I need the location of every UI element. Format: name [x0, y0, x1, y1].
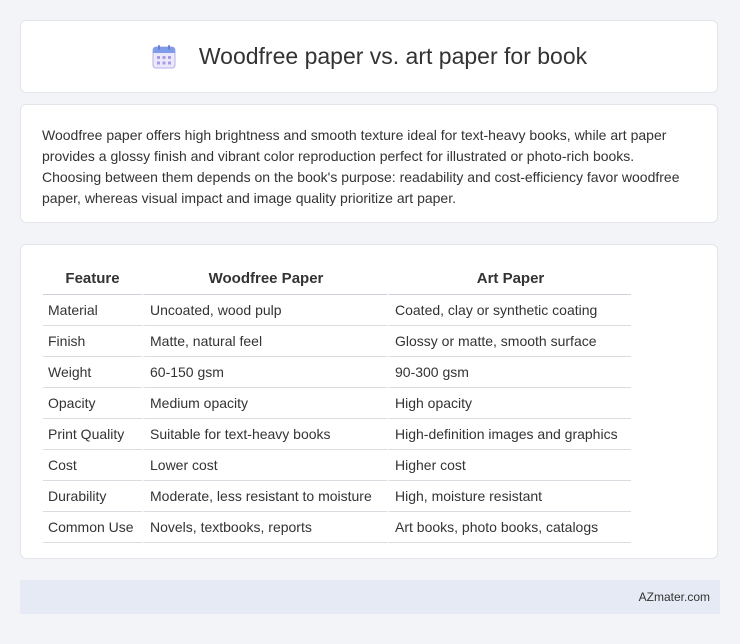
table-row: Material Uncoated, wood pulp Coated, cla… [43, 295, 631, 326]
header-art-paper: Art Paper [387, 263, 631, 295]
woodfree-cell: Uncoated, wood pulp [142, 295, 387, 326]
woodfree-cell: Suitable for text-heavy books [142, 419, 387, 450]
intro-card: Woodfree paper offers high brightness an… [20, 104, 718, 223]
woodfree-cell: Moderate, less resistant to moisture [142, 481, 387, 512]
feature-cell: Common Use [43, 512, 142, 543]
footer: AZmater.com [20, 580, 720, 614]
table-header-row: Feature Woodfree Paper Art Paper [43, 263, 631, 295]
woodfree-cell: Matte, natural feel [142, 326, 387, 357]
table-row: Weight 60-150 gsm 90-300 gsm [43, 357, 631, 388]
art-cell: High-definition images and graphics [387, 419, 631, 450]
woodfree-cell: Medium opacity [142, 388, 387, 419]
feature-cell: Material [43, 295, 142, 326]
table-row: Opacity Medium opacity High opacity [43, 388, 631, 419]
title-wrap: Woodfree paper vs. art paper for book [151, 43, 587, 70]
feature-cell: Print Quality [43, 419, 142, 450]
title-card: Woodfree paper vs. art paper for book [20, 20, 718, 93]
table-row: Durability Moderate, less resistant to m… [43, 481, 631, 512]
feature-cell: Cost [43, 450, 142, 481]
art-cell: High, moisture resistant [387, 481, 631, 512]
header-woodfree-paper: Woodfree Paper [142, 263, 387, 295]
footer-brand: AZmater.com [638, 590, 710, 604]
intro-text: Woodfree paper offers high brightness an… [42, 127, 680, 206]
comparison-table: Feature Woodfree Paper Art Paper Materia… [43, 263, 631, 543]
art-cell: 90-300 gsm [387, 357, 631, 388]
table-row: Cost Lower cost Higher cost [43, 450, 631, 481]
art-cell: Glossy or matte, smooth surface [387, 326, 631, 357]
art-cell: Higher cost [387, 450, 631, 481]
woodfree-cell: Novels, textbooks, reports [142, 512, 387, 543]
table-row: Finish Matte, natural feel Glossy or mat… [43, 326, 631, 357]
feature-cell: Finish [43, 326, 142, 357]
header-feature: Feature [43, 263, 142, 295]
calendar-icon [152, 44, 176, 68]
feature-cell: Durability [43, 481, 142, 512]
feature-cell: Weight [43, 357, 142, 388]
table-row: Common Use Novels, textbooks, reports Ar… [43, 512, 631, 543]
woodfree-cell: 60-150 gsm [142, 357, 387, 388]
table-row: Print Quality Suitable for text-heavy bo… [43, 419, 631, 450]
art-cell: Art books, photo books, catalogs [387, 512, 631, 543]
table-card: Feature Woodfree Paper Art Paper Materia… [20, 244, 718, 559]
woodfree-cell: Lower cost [142, 450, 387, 481]
feature-cell: Opacity [43, 388, 142, 419]
page-title: Woodfree paper vs. art paper for book [198, 43, 588, 69]
art-cell: Coated, clay or synthetic coating [387, 295, 631, 326]
art-cell: High opacity [387, 388, 631, 419]
